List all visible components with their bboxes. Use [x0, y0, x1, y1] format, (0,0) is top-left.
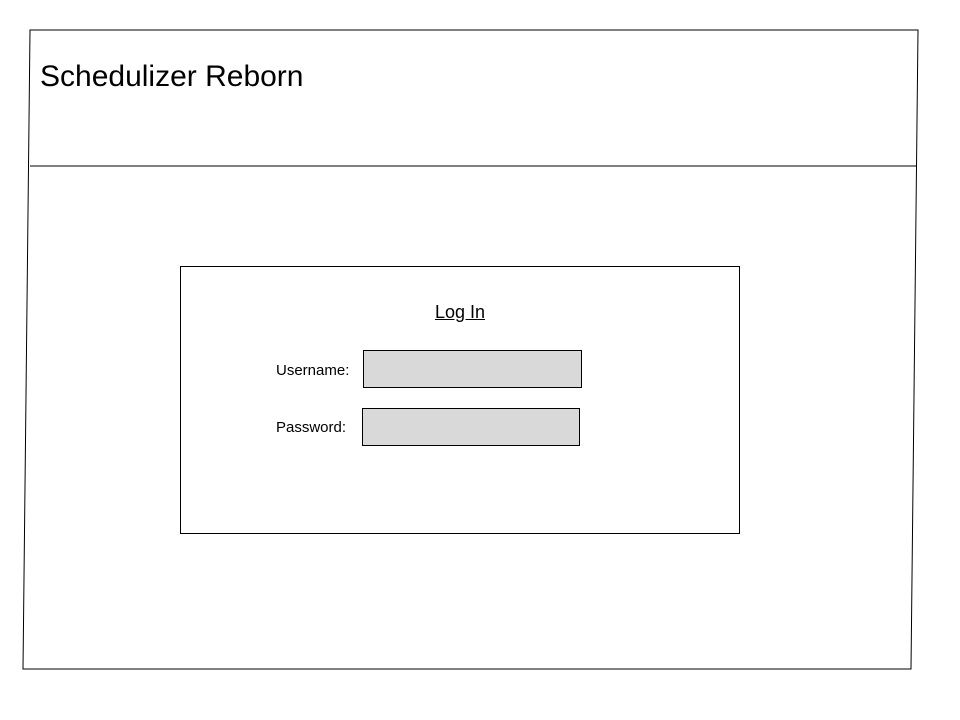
app-title: Schedulizer Reborn — [40, 60, 304, 93]
login-heading[interactable]: Log In — [181, 303, 739, 321]
username-label: Username: — [276, 362, 350, 379]
password-input[interactable] — [362, 408, 580, 446]
login-page: Schedulizer Reborn Log In Username: Pass… — [0, 0, 960, 720]
login-panel: Log In Username: Password: — [180, 266, 740, 534]
password-label: Password: — [276, 419, 347, 436]
username-input[interactable] — [363, 350, 582, 388]
